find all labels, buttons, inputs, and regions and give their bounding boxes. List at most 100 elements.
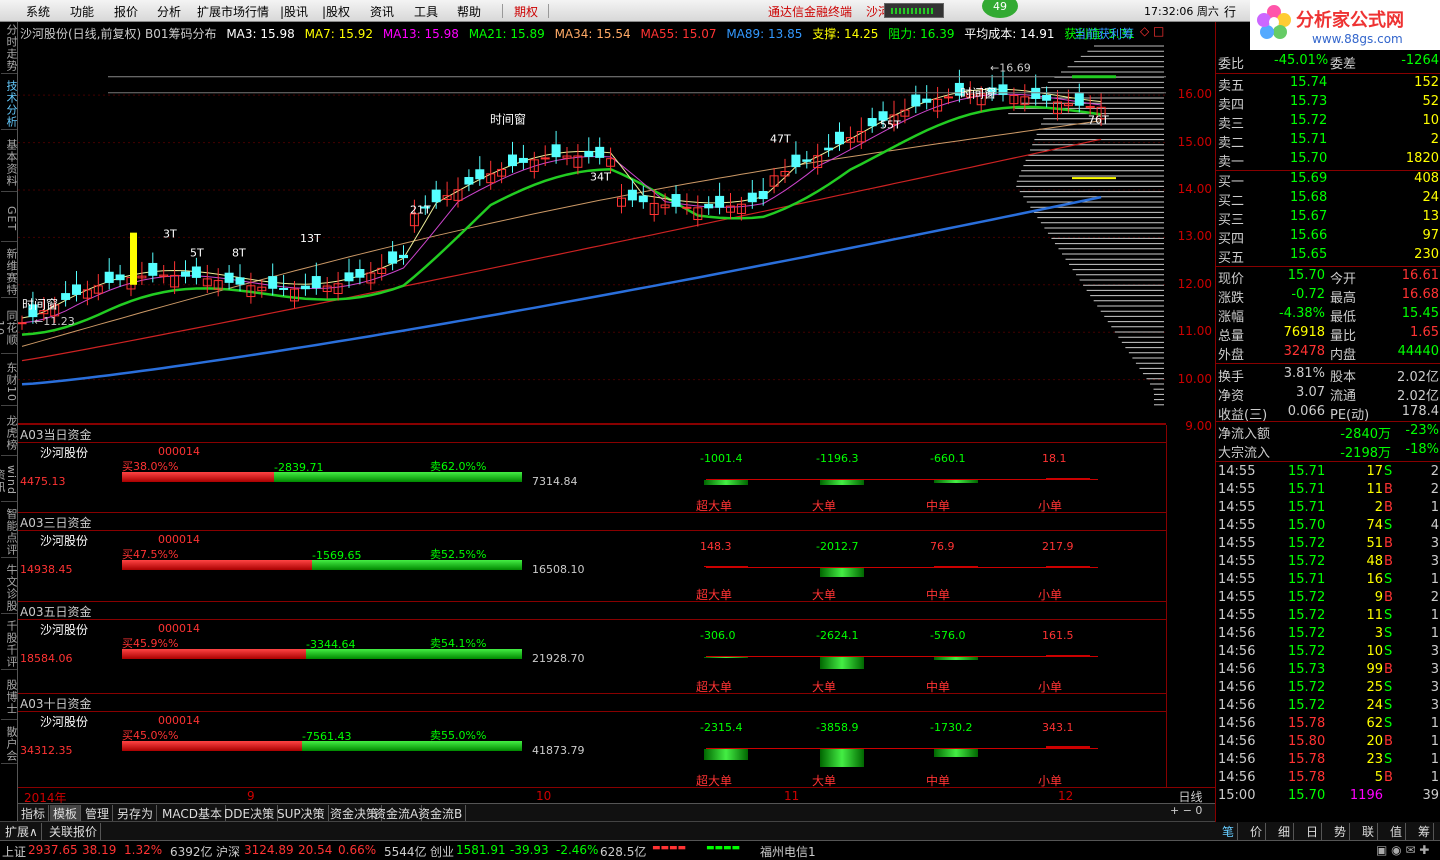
trade-side: S: [1384, 572, 1393, 587]
bid-price: 15.69: [1290, 171, 1328, 186]
menu-options[interactable]: 期权: [514, 3, 538, 20]
kline-chart[interactable]: 3T 5T 8T 13T 21T 34T 47T 55T 76T 时间窗 时间窗 时间窗 ←16.69 ←…: [18, 22, 1166, 424]
side-tab-8[interactable]: wind资讯: [0, 460, 18, 502]
side-tab-7[interactable]: 龙虎榜: [1, 410, 18, 456]
current-profit-label: 当前获利筹: [1074, 27, 1135, 41]
side-tab-9[interactable]: 智能点评: [1, 506, 18, 558]
notification-badge[interactable]: 49: [982, 0, 1018, 18]
bid-row: 买二 15.68 24: [1216, 189, 1440, 209]
server-label[interactable]: 福州电信1: [760, 843, 816, 860]
menu-tools[interactable]: 工具: [414, 3, 438, 20]
candle-body: [475, 169, 485, 180]
right-tab-1[interactable]: 价: [1247, 823, 1267, 840]
menu-analysis[interactable]: 分析: [157, 3, 181, 20]
trade-time: 14:56: [1218, 734, 1256, 749]
right-tab-6[interactable]: 值: [1387, 823, 1407, 840]
template-tab-3[interactable]: 另存为: [114, 805, 158, 822]
candle-body: [824, 147, 834, 151]
trade-price: 15.72: [1288, 698, 1326, 713]
menu-news[interactable]: |股讯: [280, 3, 308, 20]
trade-button[interactable]: 行: [1224, 3, 1236, 20]
template-tab-1[interactable]: 模板: [50, 805, 82, 822]
right-tab-7[interactable]: 筹: [1415, 823, 1435, 840]
side-tab-13[interactable]: 散户会: [1, 724, 18, 764]
template-tab-2[interactable]: 管理: [82, 805, 114, 822]
trade-row: 14:56 15.80 20 B 1: [1216, 733, 1440, 751]
menu-help[interactable]: 帮助: [457, 3, 481, 20]
menu-ext-market[interactable]: 扩展市场行情: [197, 3, 269, 20]
right-tab-5[interactable]: 联: [1359, 823, 1379, 840]
sz-pct: 0.66%: [338, 843, 377, 857]
stat-value-2: 178.4: [1401, 404, 1439, 419]
candle-body: [355, 269, 365, 278]
category-value: 18.1: [1042, 452, 1067, 465]
side-tab-2[interactable]: 基本资料: [1, 134, 18, 192]
side-tab-1[interactable]: 技术分析: [1, 78, 18, 130]
template-tab-4[interactable]: MACD基本: [159, 805, 226, 822]
trade-time: 14:56: [1218, 752, 1256, 767]
logo-text: 分析家公式网: [1296, 10, 1404, 31]
right-tab-4[interactable]: 势: [1331, 823, 1351, 840]
category-label: 小单: [1038, 774, 1063, 788]
side-tab-5[interactable]: 同花顺10: [0, 302, 18, 354]
bid-label: 买一: [1218, 175, 1245, 190]
trade-time: 14:55: [1218, 500, 1256, 515]
candle-body: [224, 272, 234, 283]
logo-url: www.88gs.com: [1312, 32, 1403, 46]
trade-price: 15.71: [1288, 482, 1326, 497]
stat-value: 32478: [1283, 344, 1325, 359]
diamond-icon[interactable]: ◇ □: [1140, 24, 1164, 38]
menu-function[interactable]: 功能: [70, 3, 94, 20]
ask-row: 卖一 15.70 1820: [1216, 150, 1440, 170]
menu-system[interactable]: 系统: [26, 3, 50, 20]
trade-count: 39: [1422, 788, 1439, 803]
cy-index[interactable]: 1581.91: [456, 843, 506, 857]
side-tab-11[interactable]: 千股千评: [1, 618, 18, 670]
sh-index[interactable]: 2937.65: [28, 843, 78, 857]
price-label: 16.00: [1177, 87, 1212, 102]
template-tab-0[interactable]: 指标: [18, 805, 50, 822]
trade-side: B: [1384, 554, 1393, 569]
stat-row: 涨跌 -0.72 最高 16.68: [1216, 286, 1440, 306]
right-tab-3[interactable]: 日: [1303, 823, 1323, 840]
menu-equity[interactable]: |股权: [322, 3, 350, 20]
stat-row: 总量 76918 量比 1.65: [1216, 324, 1440, 344]
right-tab-2[interactable]: 细: [1275, 823, 1295, 840]
trade-count: 1: [1430, 752, 1439, 767]
side-tab-12[interactable]: 股博士: [1, 674, 18, 720]
broker-label: 通达信金融终端: [768, 5, 853, 19]
tab-extend[interactable]: 扩展∧: [2, 823, 42, 840]
sz-index[interactable]: 3124.89: [244, 843, 294, 857]
signal-meter: [884, 3, 944, 18]
trade-side: S: [1384, 644, 1393, 659]
side-tab-0[interactable]: 分时走势: [1, 22, 18, 74]
t-label-7: 55T: [880, 118, 901, 131]
t-label-8: 76T: [1088, 114, 1109, 127]
side-tab-3[interactable]: GET: [1, 196, 18, 242]
category-axis: [706, 479, 1098, 480]
right-tab-0[interactable]: 笔: [1219, 823, 1239, 840]
trade-row: 14:56 15.72 25 S 3: [1216, 679, 1440, 697]
ask-row: 卖三 15.72 10: [1216, 112, 1440, 132]
candle-body: [802, 159, 812, 162]
stat-value-2: 2.02亿: [1397, 389, 1439, 404]
side-tab-6[interactable]: 东财10: [1, 358, 18, 406]
block-value: -2198万: [1340, 446, 1391, 461]
tab-related-quote[interactable]: 关联报价: [46, 823, 102, 840]
bid-row: 买五 15.65 230: [1216, 246, 1440, 266]
template-tab-5[interactable]: DDE决策: [221, 805, 279, 822]
zoom-controls[interactable]: + − 0: [1166, 803, 1215, 821]
trade-row: 14:55 15.71 2 B 1: [1216, 499, 1440, 517]
template-tab-6[interactable]: SUP决策: [274, 805, 329, 822]
side-tab-4[interactable]: 新维赛特: [1, 246, 18, 298]
candle-body: [791, 154, 801, 168]
side-tab-10[interactable]: 牛文诊股: [1, 562, 18, 614]
panel-title: A03三日资金: [20, 516, 92, 530]
net-amount: -1569.65: [312, 549, 362, 562]
period-label[interactable]: 日线: [1166, 787, 1215, 804]
trade-count: 3: [1430, 680, 1439, 695]
menu-quote[interactable]: 报价: [114, 3, 138, 20]
menu-info[interactable]: 资讯: [370, 3, 394, 20]
stat-label-2: 股本: [1330, 370, 1357, 385]
template-tab-9[interactable]: 资金流B: [415, 805, 467, 822]
